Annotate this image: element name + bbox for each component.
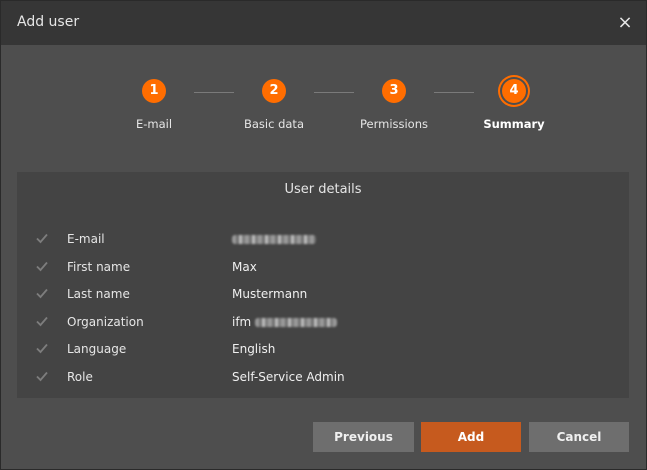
panel-title: User details xyxy=(284,182,362,197)
detail-key: First name xyxy=(67,260,131,274)
detail-row-first-name: First name Max xyxy=(17,258,629,278)
step-email[interactable]: 1 E-mail xyxy=(94,79,214,131)
step-label: Basic data xyxy=(243,117,304,131)
check-icon xyxy=(36,288,48,299)
detail-row-role: Role Self-Service Admin xyxy=(17,368,629,388)
step-label: Summary xyxy=(483,117,545,131)
step-permissions[interactable]: 3 Permissions xyxy=(334,79,454,131)
check-icon xyxy=(36,316,48,327)
detail-value: Mustermann xyxy=(232,287,308,301)
detail-row-last-name: Last name Mustermann xyxy=(17,285,629,305)
detail-row-language: Language English xyxy=(17,340,629,360)
detail-value: Max xyxy=(232,260,257,274)
step-number: 3 xyxy=(382,79,406,103)
detail-key: E-mail xyxy=(67,232,105,246)
check-icon xyxy=(36,233,48,244)
wizard-stepper: 1 E-mail 2 Basic data 3 Permissions 4 Su… xyxy=(1,79,646,139)
detail-key: Last name xyxy=(67,287,130,301)
redacted-email xyxy=(232,235,316,244)
user-details-panel: User details E-mail First name Max Last … xyxy=(17,172,629,398)
step-number: 4 xyxy=(502,79,526,103)
detail-key: Organization xyxy=(67,315,144,329)
detail-key: Role xyxy=(67,370,93,384)
detail-key: Language xyxy=(67,342,127,356)
add-user-dialog: Add user × 1 E-mail 2 Basic data 3 Permi… xyxy=(0,0,647,470)
organization-prefix: ifm xyxy=(232,315,252,329)
step-number: 2 xyxy=(262,79,286,103)
cancel-button[interactable]: Cancel xyxy=(529,422,629,452)
detail-value: English xyxy=(232,342,276,356)
add-button[interactable]: Add xyxy=(421,422,521,452)
redacted-organization xyxy=(255,318,338,327)
step-number: 1 xyxy=(142,79,166,103)
detail-value: ifm xyxy=(232,315,338,329)
detail-value-redacted xyxy=(232,232,316,246)
check-icon xyxy=(36,371,48,382)
close-icon[interactable]: × xyxy=(614,12,636,34)
detail-value: Self-Service Admin xyxy=(232,370,345,384)
dialog-titlebar: Add user × xyxy=(1,1,646,45)
check-icon xyxy=(36,343,48,354)
step-label: E-mail xyxy=(135,117,173,131)
step-basic-data[interactable]: 2 Basic data xyxy=(214,79,334,131)
check-icon xyxy=(36,261,48,272)
step-label: Permissions xyxy=(359,117,429,131)
previous-button[interactable]: Previous xyxy=(313,422,414,452)
detail-row-email: E-mail xyxy=(17,230,629,250)
step-summary[interactable]: 4 Summary xyxy=(454,79,574,131)
dialog-title: Add user xyxy=(17,14,80,30)
detail-row-organization: Organization ifm xyxy=(17,313,629,333)
